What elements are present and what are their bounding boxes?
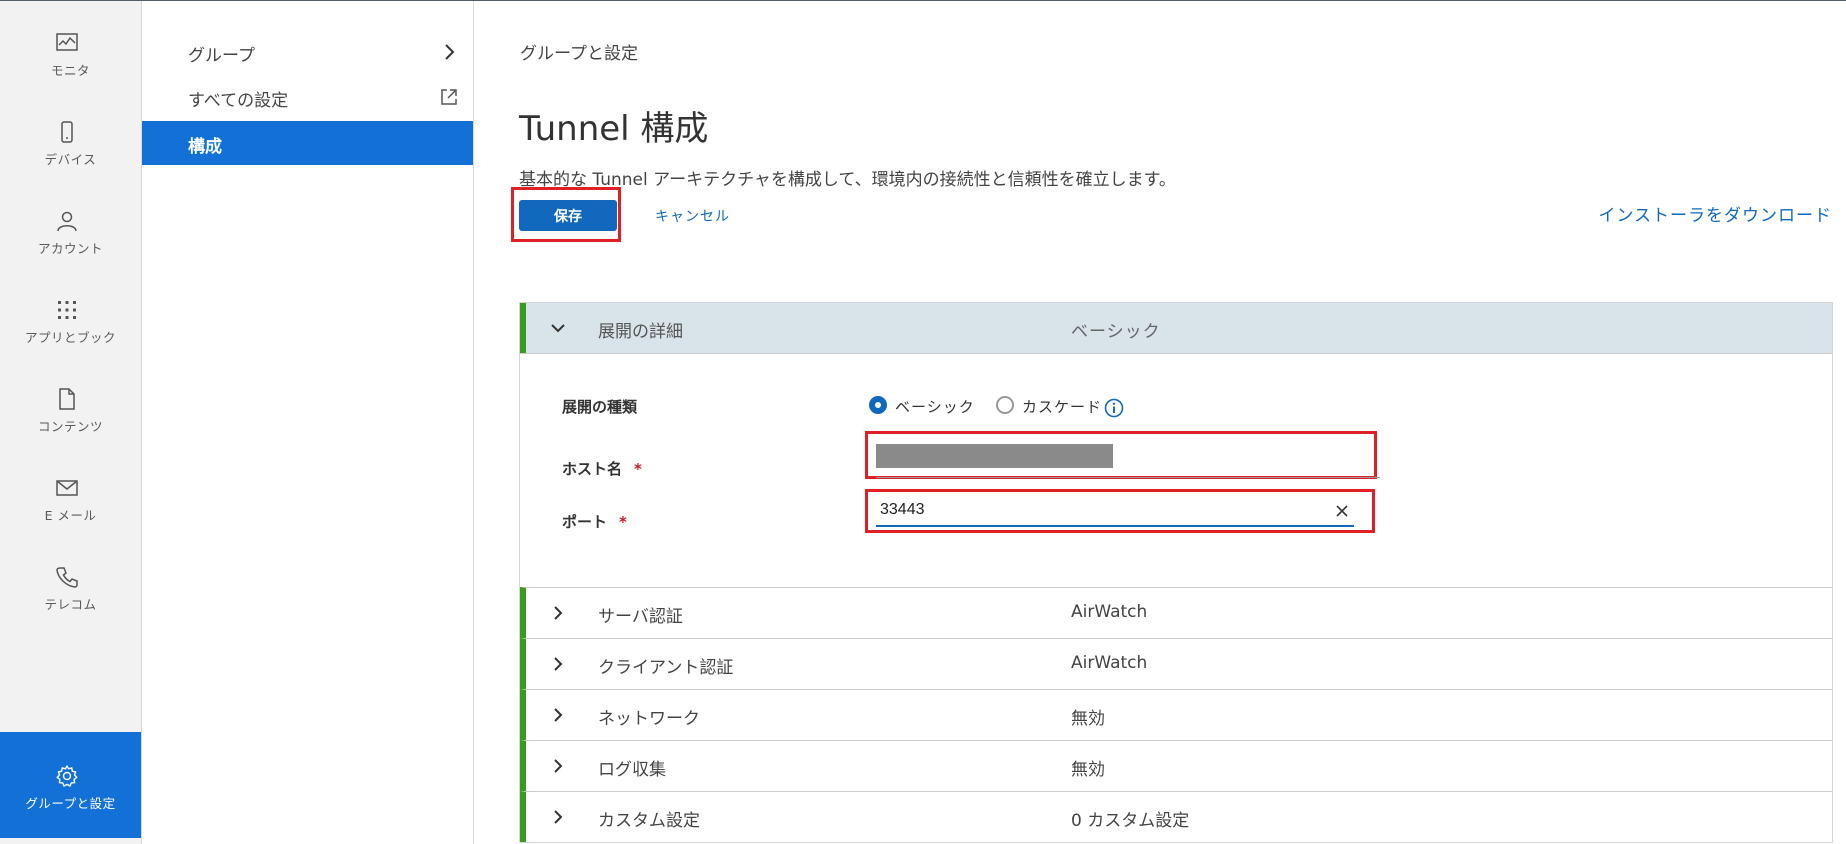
nav-telecom[interactable]: テレコム bbox=[0, 535, 141, 640]
radio-cascade-label[interactable]: カスケード bbox=[1022, 396, 1102, 417]
deployment-details-header[interactable]: 展開の詳細 ベーシック bbox=[520, 303, 1832, 353]
chevron-right-icon bbox=[445, 44, 455, 60]
chevron-right-icon bbox=[554, 708, 563, 722]
monitor-chart-icon bbox=[56, 33, 78, 51]
port-label: ポート * bbox=[562, 511, 627, 532]
subnav-item-configuration[interactable]: 構成 bbox=[142, 121, 473, 165]
required-asterisk: * bbox=[634, 460, 642, 478]
nav-monitor-label: モニタ bbox=[50, 63, 90, 78]
required-asterisk: * bbox=[619, 513, 627, 531]
deployment-details-body: 展開の種類 ベーシック カスケード ホスト名 * ポート * bbox=[520, 353, 1832, 587]
clear-icon[interactable] bbox=[1334, 503, 1350, 519]
section-value: ベーシック bbox=[1071, 322, 1161, 342]
nav-apps-label: アプリとブック bbox=[24, 330, 116, 345]
host-name-highlight-box bbox=[865, 431, 1380, 479]
radio-basic[interactable] bbox=[869, 396, 887, 414]
section-network[interactable]: ネットワーク 無効 bbox=[520, 689, 1832, 740]
deploy-type-label: 展開の種類 bbox=[562, 398, 638, 416]
subnav-all-settings-label: すべての設定 bbox=[188, 91, 289, 111]
section-name: カスタム設定 bbox=[598, 811, 700, 831]
nav-groups-settings-label: グループと設定 bbox=[25, 796, 116, 811]
apps-grid-icon bbox=[58, 301, 76, 319]
chevron-right-icon bbox=[554, 810, 563, 824]
port-text: ポート bbox=[562, 513, 608, 531]
chevron-down-icon bbox=[551, 324, 565, 333]
subnav-item-all-settings[interactable]: すべての設定 bbox=[142, 75, 473, 119]
chevron-right-icon bbox=[554, 759, 563, 773]
section-log-collection[interactable]: ログ収集 無効 bbox=[520, 740, 1832, 791]
section-client-auth[interactable]: クライアント認証 AirWatch bbox=[520, 638, 1832, 689]
user-icon bbox=[57, 211, 77, 232]
host-name-text: ホスト名 bbox=[562, 460, 623, 478]
radio-basic-label[interactable]: ベーシック bbox=[895, 396, 975, 417]
nav-devices-label: デバイス bbox=[44, 152, 97, 167]
host-name-label: ホスト名 * bbox=[562, 458, 642, 479]
section-name: ネットワーク bbox=[598, 709, 700, 729]
nav-telecom-label: テレコム bbox=[44, 597, 97, 612]
nav-groups-settings[interactable]: グループと設定 bbox=[0, 732, 141, 838]
nav-content-label: コンテンツ bbox=[37, 419, 103, 434]
section-name: 展開の詳細 bbox=[598, 322, 683, 342]
download-installer-link[interactable]: インストーラをダウンロード bbox=[1598, 201, 1832, 226]
external-link-icon bbox=[441, 89, 457, 105]
subnav-item-groups[interactable]: グループ bbox=[142, 30, 473, 74]
section-name: サーバ認証 bbox=[598, 607, 683, 627]
nav-accounts-label: アカウント bbox=[37, 241, 103, 256]
section-custom-settings[interactable]: カスタム設定 0 カスタム設定 bbox=[520, 791, 1832, 842]
cancel-link[interactable]: キャンセル bbox=[655, 206, 730, 226]
main-content: グループと設定 Tunnel 構成 基本的な Tunnel アーキテクチャを構成… bbox=[474, 1, 1846, 844]
section-name: クライアント認証 bbox=[598, 658, 734, 678]
telephone-icon bbox=[56, 567, 78, 588]
gear-icon bbox=[56, 765, 78, 787]
chevron-right-icon bbox=[554, 657, 563, 671]
radio-cascade[interactable] bbox=[996, 396, 1014, 414]
settings-subnav: グループ すべての設定 構成 bbox=[142, 1, 474, 844]
chevron-right-icon bbox=[554, 606, 563, 620]
port-highlight-box bbox=[865, 489, 1375, 533]
port-input[interactable] bbox=[876, 495, 1354, 527]
info-icon[interactable] bbox=[1104, 398, 1124, 418]
nav-email-label: E メール bbox=[44, 508, 97, 523]
subnav-groups-label: グループ bbox=[188, 46, 255, 66]
page-title: Tunnel 構成 bbox=[519, 109, 709, 149]
main-nav-rail: モニタ デバイス アカウント アプリとブック コンテンツ E メール テレコム … bbox=[0, 1, 142, 844]
tunnel-config-accordion: 展開の詳細 ベーシック 展開の種類 ベーシック カスケード ホスト名 * ポート *… bbox=[519, 302, 1833, 843]
section-value: 0 カスタム設定 bbox=[1071, 811, 1190, 831]
breadcrumb[interactable]: グループと設定 bbox=[520, 39, 638, 64]
section-name: ログ収集 bbox=[598, 760, 666, 780]
section-value: AirWatch bbox=[1071, 653, 1148, 673]
document-icon bbox=[59, 388, 75, 410]
section-value: 無効 bbox=[1071, 760, 1105, 780]
envelope-icon bbox=[56, 480, 78, 496]
section-value: AirWatch bbox=[1071, 602, 1148, 622]
redacted-host-value bbox=[876, 444, 1113, 468]
section-server-auth[interactable]: サーバ認証 AirWatch bbox=[520, 587, 1832, 638]
save-button[interactable]: 保存 bbox=[519, 200, 617, 231]
phone-icon bbox=[61, 121, 73, 143]
subnav-configuration-label: 構成 bbox=[188, 137, 222, 157]
section-value: 無効 bbox=[1071, 709, 1105, 729]
